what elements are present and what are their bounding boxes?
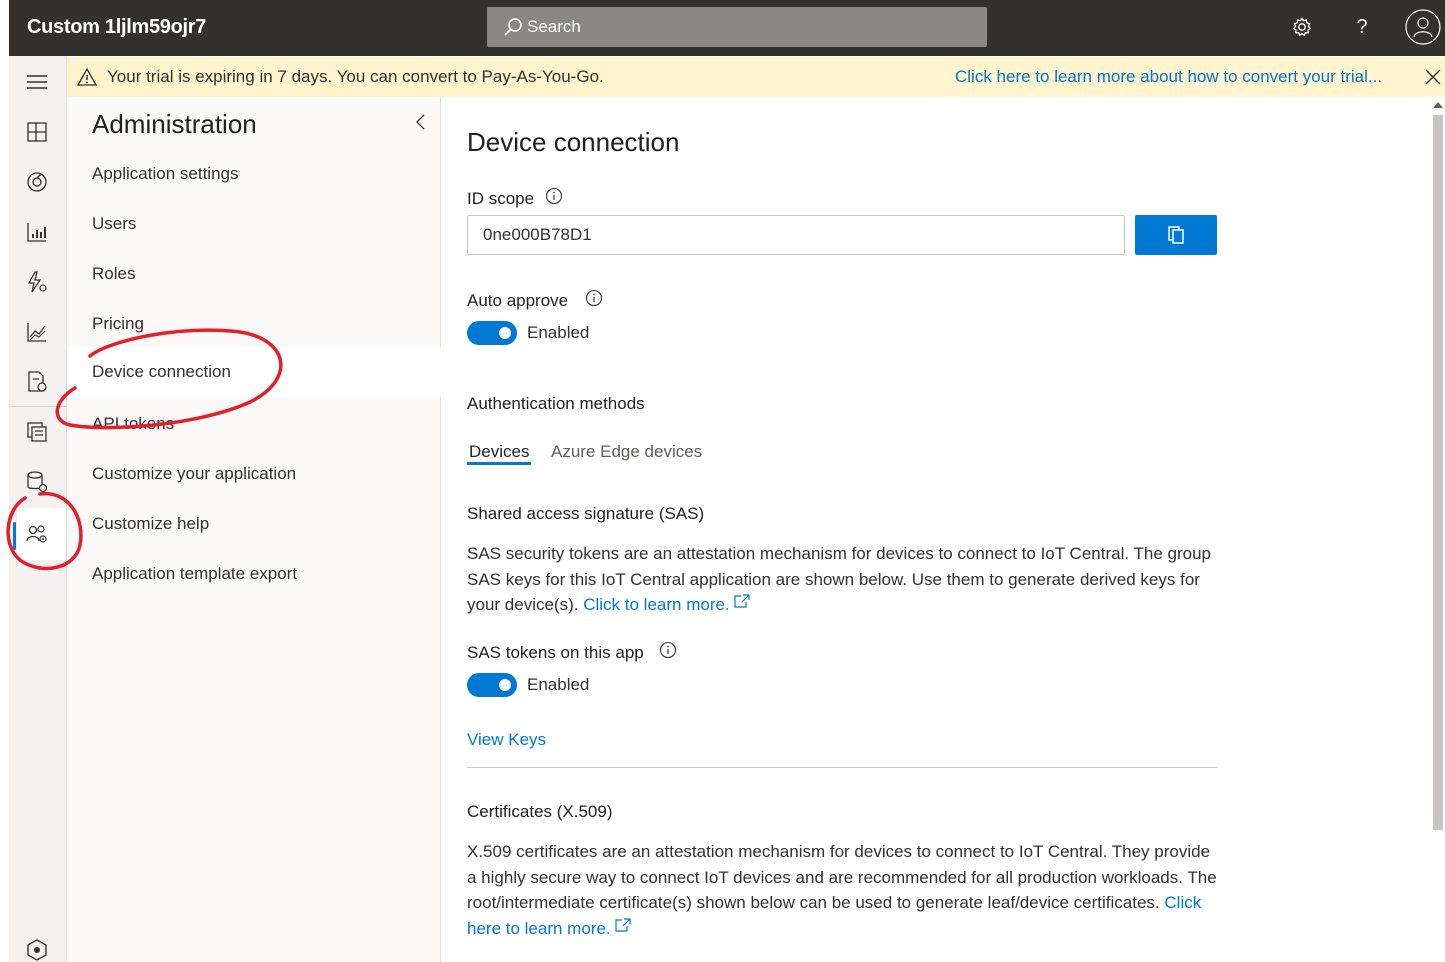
external-link-icon[interactable] xyxy=(615,917,631,932)
section-divider xyxy=(467,767,1217,768)
certificates-title: Certificates (X.509) xyxy=(467,802,613,821)
admin-nav-template-export[interactable]: Application template export xyxy=(67,549,441,599)
admin-nav-device-connection[interactable]: Device connection xyxy=(67,347,441,397)
tab-azure-edge-devices[interactable]: Azure Edge devices xyxy=(551,442,702,462)
auto-approve-state: Enabled xyxy=(527,323,590,342)
admin-nav-customize-help[interactable]: Customize help xyxy=(67,499,441,549)
tab-devices[interactable]: Devices xyxy=(469,442,529,462)
info-icon[interactable] xyxy=(659,641,677,659)
admin-nav-customize-application[interactable]: Customize your application xyxy=(67,449,441,499)
top-bar: Custom 1ljlm59ojr7 Search ? xyxy=(9,0,1445,56)
help-glyph: ? xyxy=(1356,15,1368,38)
devices-icon[interactable] xyxy=(25,170,49,194)
toggle-knob xyxy=(499,327,511,339)
scrollbar-thumb[interactable] xyxy=(1433,115,1443,830)
id-scope-field[interactable]: 0ne000B78D1 xyxy=(467,215,1125,255)
toggle-knob xyxy=(499,679,511,691)
user-avatar-icon[interactable] xyxy=(1405,9,1441,45)
search-box[interactable]: Search xyxy=(487,7,987,47)
close-icon[interactable] xyxy=(1423,67,1443,87)
rail-active-indicator xyxy=(13,522,16,550)
administration-icon[interactable] xyxy=(25,522,49,546)
admin-nav-api-tokens[interactable]: API tokens xyxy=(67,399,441,449)
hamburger-menu-icon[interactable] xyxy=(25,70,49,94)
iot-central-icon[interactable] xyxy=(25,938,49,962)
sas-description-text: SAS security tokens are an attestation m… xyxy=(467,544,1211,614)
jobs-icon[interactable] xyxy=(25,370,49,394)
admin-title: Administration xyxy=(92,109,257,139)
auth-methods-title: Authentication methods xyxy=(467,394,645,413)
info-icon[interactable] xyxy=(585,289,603,307)
certificates-description-text: X.509 certificates are an attestation me… xyxy=(467,842,1217,912)
device-groups-icon[interactable] xyxy=(25,220,49,244)
left-nav-rail xyxy=(9,56,67,962)
admin-nav-pricing[interactable]: Pricing xyxy=(67,299,441,349)
copy-icon xyxy=(1168,226,1184,244)
trial-message: Your trial is expiring in 7 days. You ca… xyxy=(107,67,604,86)
rail-divider xyxy=(9,406,67,407)
search-input[interactable]: Search xyxy=(527,17,581,37)
search-icon xyxy=(504,18,522,36)
settings-gear-icon[interactable] xyxy=(1287,12,1317,42)
sas-description: SAS security tokens are an attestation m… xyxy=(467,541,1217,618)
active-tab-indicator xyxy=(467,462,531,465)
scroll-up-arrow-icon[interactable] xyxy=(1432,100,1444,110)
data-export-icon[interactable] xyxy=(25,470,49,494)
info-icon[interactable] xyxy=(545,187,563,205)
chevron-left-icon[interactable] xyxy=(413,113,429,131)
certificates-description: X.509 certificates are an attestation me… xyxy=(467,839,1217,941)
app-title[interactable]: Custom 1ljlm59ojr7 xyxy=(27,16,206,39)
admin-nav-users[interactable]: Users xyxy=(67,199,441,249)
device-connection-page: Device connection ID scope 0ne000B78D1 A… xyxy=(442,97,1430,962)
help-icon[interactable]: ? xyxy=(1347,12,1377,42)
sas-tokens-state: Enabled xyxy=(527,675,590,694)
trial-banner: Your trial is expiring in 7 days. You ca… xyxy=(67,57,1445,97)
sas-learn-more-link[interactable]: Click to learn more. xyxy=(583,595,729,614)
administration-panel: Administration Application settings User… xyxy=(67,97,441,962)
id-scope-label: ID scope xyxy=(467,189,535,208)
rules-icon[interactable] xyxy=(25,270,49,294)
admin-nav-application-settings[interactable]: Application settings xyxy=(67,149,441,199)
auto-approve-label: Auto approve xyxy=(467,291,569,310)
copy-button[interactable] xyxy=(1135,215,1217,255)
dashboard-icon[interactable] xyxy=(25,120,49,144)
view-keys-link[interactable]: View Keys xyxy=(467,730,546,750)
page-title: Device connection xyxy=(467,127,680,157)
auto-approve-toggle[interactable] xyxy=(467,321,517,345)
admin-nav-roles[interactable]: Roles xyxy=(67,249,441,299)
sas-tokens-label: SAS tokens on this app xyxy=(467,643,644,662)
sas-tokens-toggle[interactable] xyxy=(467,673,517,697)
device-templates-icon[interactable] xyxy=(25,420,49,444)
warning-icon xyxy=(77,67,97,86)
analytics-icon[interactable] xyxy=(25,320,49,344)
sas-title: Shared access signature (SAS) xyxy=(467,504,705,523)
convert-trial-link[interactable]: Click here to learn more about how to co… xyxy=(955,67,1382,87)
external-link-icon[interactable] xyxy=(734,594,750,608)
